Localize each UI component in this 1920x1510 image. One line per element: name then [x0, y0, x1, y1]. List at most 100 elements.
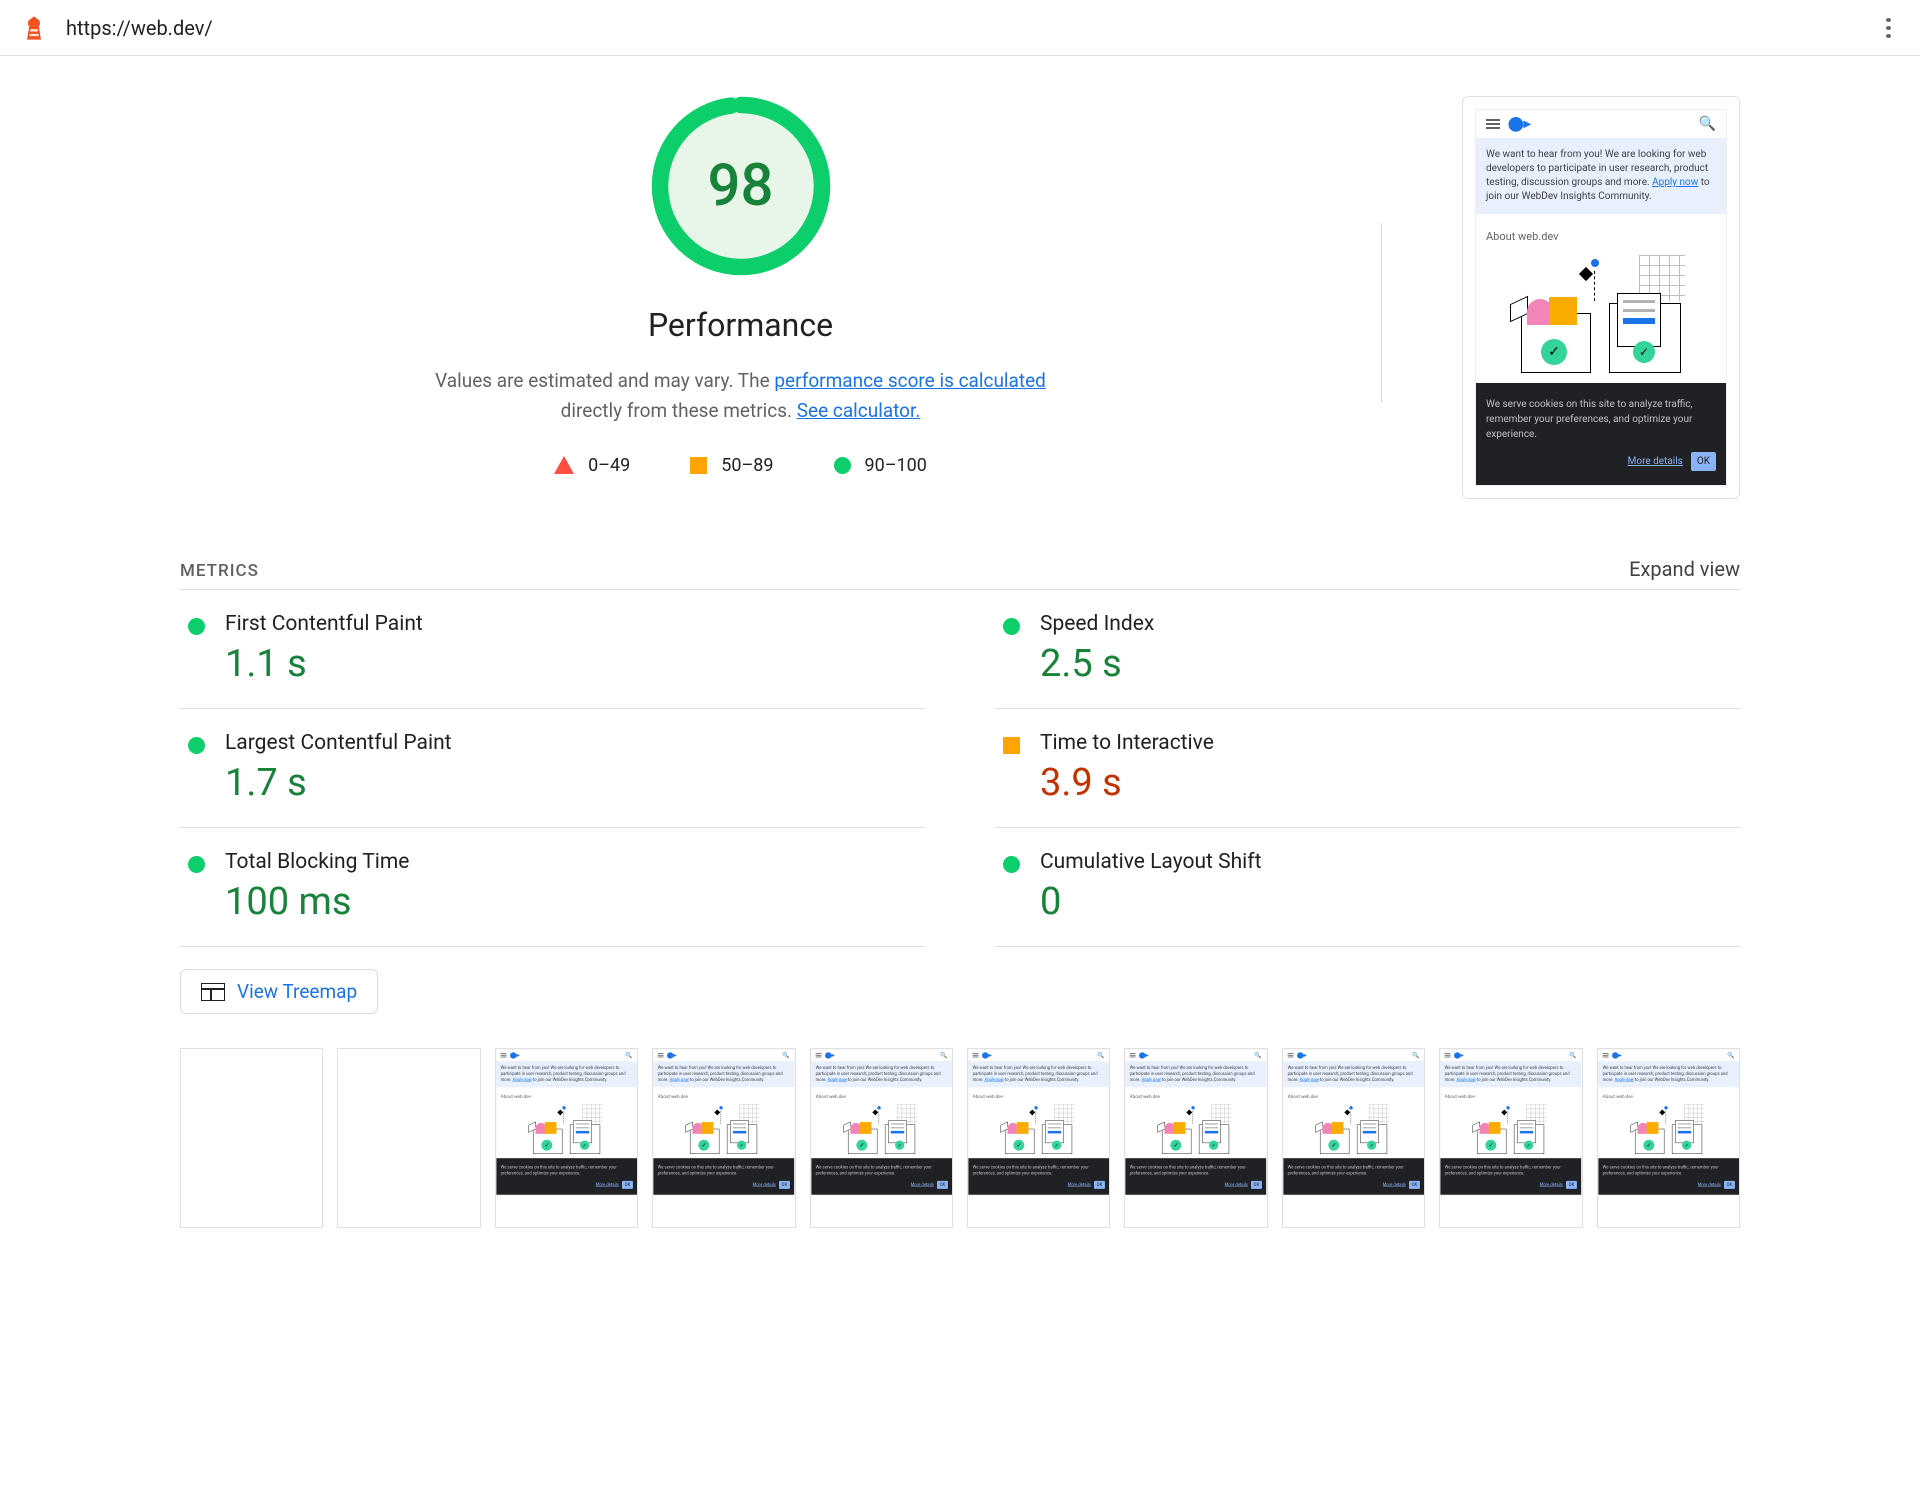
filmstrip-frame-blank[interactable] [337, 1048, 480, 1228]
preview-ok-button: OK [1691, 452, 1716, 471]
preview-cookie-notice: We serve cookies on this site to analyze… [811, 1158, 952, 1195]
calc-link-1[interactable]: performance score is calculated [774, 369, 1045, 392]
preview-about-heading: About web.dev [1486, 230, 1716, 243]
preview-about-heading: About web.dev [658, 1094, 790, 1099]
filmstrip-frame[interactable]: ⬤▸ 🔍 We want to hear from you! We are lo… [495, 1048, 638, 1228]
preview-cookie-notice: We serve cookies on this site to analyze… [496, 1158, 637, 1195]
metrics-grid: First Contentful Paint 1.1 s Speed Index… [180, 589, 1740, 947]
preview-about-heading: About web.dev [1287, 1094, 1419, 1099]
preview-ok-button: OK [937, 1181, 948, 1189]
preview-ok-button: OK [779, 1181, 790, 1189]
preview-cookie-notice: We serve cookies on this site to analyze… [654, 1158, 795, 1195]
preview-banner: We want to hear from you! We are looking… [968, 1061, 1109, 1087]
filmstrip-frame-blank[interactable] [180, 1048, 323, 1228]
hamburger-icon [658, 1053, 664, 1057]
score-legend: 0–49 50–89 90–100 [554, 455, 927, 476]
search-icon: 🔍 [940, 1052, 947, 1059]
filmstrip-frame[interactable]: ⬤▸ 🔍 We want to hear from you! We are lo… [652, 1048, 795, 1228]
hamburger-icon [1486, 119, 1500, 129]
preview-ok-button: OK [1094, 1181, 1105, 1189]
preview-more-link: More details [1697, 1182, 1720, 1188]
score-description: Values are estimated and may vary. The p… [411, 366, 1071, 427]
metric-value: 1.1 s [225, 642, 423, 686]
metric-value: 100 ms [225, 880, 409, 924]
performance-summary: 98 Performance Values are estimated and … [180, 96, 1301, 476]
preview-banner: We want to hear from you! We are looking… [1283, 1061, 1424, 1087]
metric-name: Total Blocking Time [225, 850, 409, 874]
metric-row: Total Blocking Time 100 ms [180, 828, 925, 947]
preview-about-heading: About web.dev [973, 1094, 1105, 1099]
metric-row: First Contentful Paint 1.1 s [180, 590, 925, 709]
filmstrip-frame[interactable]: ⬤▸ 🔍 We want to hear from you! We are lo… [1124, 1048, 1267, 1228]
hamburger-icon [1287, 1053, 1293, 1057]
more-menu-button[interactable] [1876, 16, 1900, 40]
pass-circle-icon [188, 856, 205, 873]
metric-name: Cumulative Layout Shift [1040, 850, 1261, 874]
preview-cookie-notice: We serve cookies on this site to analyze… [1283, 1158, 1424, 1195]
preview-about-heading: About web.dev [500, 1094, 632, 1099]
filmstrip-frame[interactable]: ⬤▸ 🔍 We want to hear from you! We are lo… [1439, 1048, 1582, 1228]
preview-cookie-notice: We serve cookies on this site to analyze… [1126, 1158, 1267, 1195]
fail-triangle-icon [554, 456, 574, 474]
filmstrip-frame[interactable]: ⬤▸ 🔍 We want to hear from you! We are lo… [1597, 1048, 1740, 1228]
metric-value: 0 [1040, 880, 1261, 924]
preview-more-link: More details [1225, 1182, 1248, 1188]
hamburger-icon [500, 1053, 506, 1057]
preview-about-heading: About web.dev [815, 1094, 947, 1099]
app-header: https://web.dev/ [0, 0, 1920, 56]
webdev-logo-icon: ⬤▸ [510, 1052, 520, 1059]
preview-more-link: More details [910, 1182, 933, 1188]
hamburger-icon [973, 1053, 979, 1057]
filmstrip-frame[interactable]: ⬤▸ 🔍 We want to hear from you! We are lo… [810, 1048, 953, 1228]
avg-square-icon [1003, 737, 1020, 754]
hamburger-icon [1602, 1053, 1608, 1057]
webdev-logo-icon: ⬤▸ [1508, 116, 1531, 132]
pass-circle-icon [1003, 618, 1020, 635]
preview-more-link: More details [595, 1182, 618, 1188]
metric-name: First Contentful Paint [225, 612, 423, 636]
preview-about-heading: About web.dev [1130, 1094, 1262, 1099]
metric-value: 3.9 s [1040, 761, 1214, 805]
preview-cookie-notice: We serve cookies on this site to analyze… [1441, 1158, 1582, 1195]
preview-banner: We want to hear from you! We are looking… [1598, 1061, 1739, 1087]
calc-link-2[interactable]: See calculator. [797, 399, 921, 422]
metric-name: Time to Interactive [1040, 731, 1214, 755]
preview-more-link: More details [753, 1182, 776, 1188]
search-icon: 🔍 [1570, 1052, 1577, 1059]
search-icon: 🔍 [1255, 1052, 1262, 1059]
preview-illustration: ✓ ✓ [1445, 1104, 1577, 1154]
search-icon: 🔍 [1727, 1052, 1734, 1059]
preview-banner: We want to hear from you! We are looking… [654, 1061, 795, 1087]
preview-more-link: More details [1628, 454, 1683, 469]
avg-square-icon [690, 457, 707, 474]
preview-illustration: ✓ ✓ [815, 1104, 947, 1154]
preview-banner: We want to hear from you! We are looking… [1476, 138, 1726, 214]
preview-ok-button: OK [1409, 1181, 1420, 1189]
filmstrip: ⬤▸ 🔍 We want to hear from you! We are lo… [180, 1048, 1740, 1228]
hamburger-icon [815, 1053, 821, 1057]
filmstrip-frame[interactable]: ⬤▸ 🔍 We want to hear from you! We are lo… [1282, 1048, 1425, 1228]
preview-banner: We want to hear from you! We are looking… [1441, 1061, 1582, 1087]
preview-illustration: ✓ ✓ [1130, 1104, 1262, 1154]
webdev-logo-icon: ⬤▸ [824, 1052, 834, 1059]
view-treemap-button[interactable]: View Treemap [180, 969, 378, 1014]
preview-cookie-notice: We serve cookies on this site to analyze… [1598, 1158, 1739, 1195]
search-icon: 🔍 [1097, 1052, 1104, 1059]
preview-cookie-notice: We serve cookies on this site to analyze… [968, 1158, 1109, 1195]
preview-banner: We want to hear from you! We are looking… [811, 1061, 952, 1087]
webdev-logo-icon: ⬤▸ [982, 1052, 992, 1059]
preview-about-heading: About web.dev [1602, 1094, 1734, 1099]
webdev-logo-icon: ⬤▸ [1297, 1052, 1307, 1059]
preview-ok-button: OK [1724, 1181, 1735, 1189]
preview-illustration: ✓ ✓ [1486, 253, 1716, 373]
expand-view-toggle[interactable]: Expand view [1629, 557, 1740, 581]
metric-name: Largest Contentful Paint [225, 731, 452, 755]
page-screenshot-preview: ⬤▸ 🔍 We want to hear from you! We are lo… [1462, 96, 1740, 499]
webdev-logo-icon: ⬤▸ [667, 1052, 677, 1059]
lighthouse-icon [20, 14, 48, 42]
preview-about-heading: About web.dev [1445, 1094, 1577, 1099]
filmstrip-frame[interactable]: ⬤▸ 🔍 We want to hear from you! We are lo… [967, 1048, 1110, 1228]
score-gauge: 98 [651, 96, 831, 276]
metric-name: Speed Index [1040, 612, 1154, 636]
preview-ok-button: OK [1252, 1181, 1263, 1189]
